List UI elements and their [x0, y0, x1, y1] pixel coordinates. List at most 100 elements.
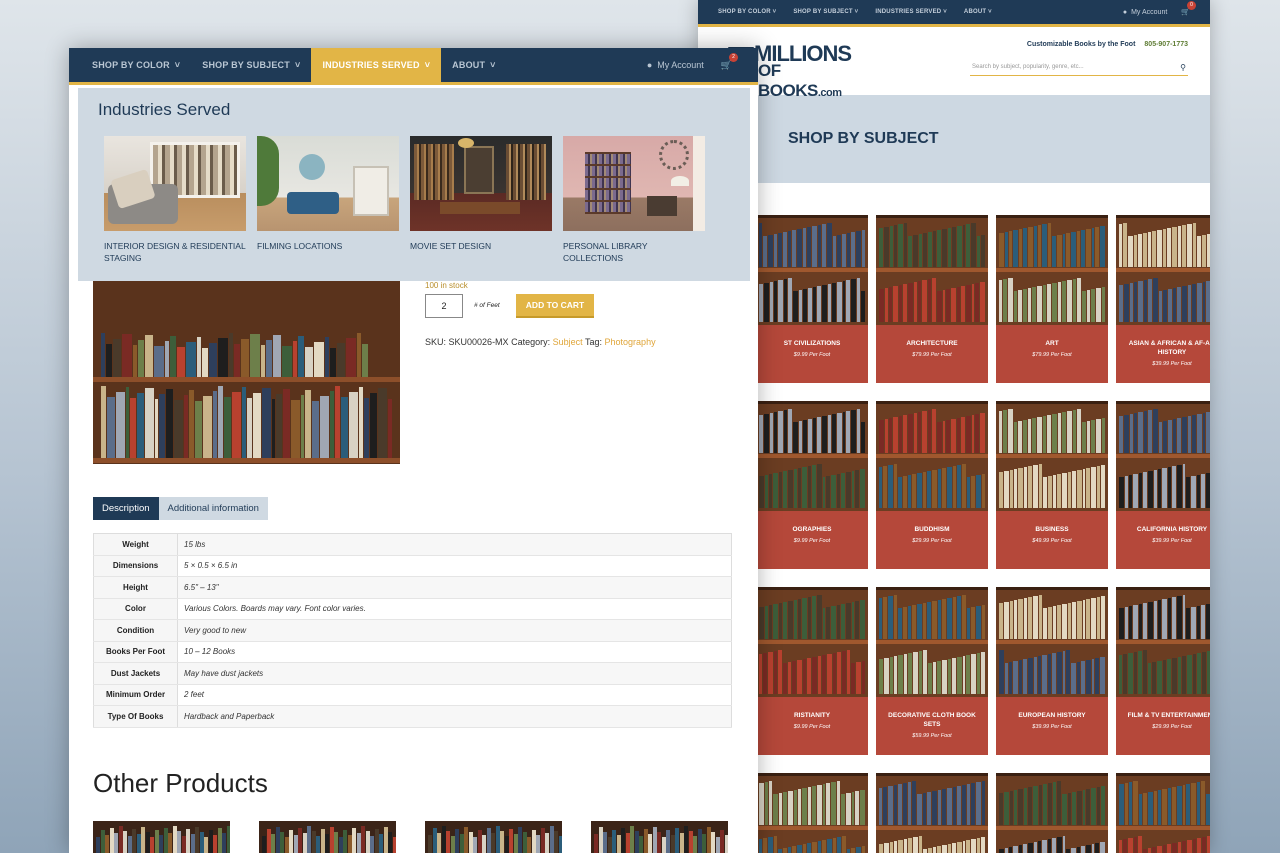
subject-image[interactable]: [876, 587, 988, 697]
industry-image-filming[interactable]: [257, 136, 399, 231]
spec-value: Hardback and Paperback: [177, 705, 732, 728]
subject-image[interactable]: [756, 215, 868, 325]
subject-card[interactable]: [1116, 773, 1210, 853]
my-account-link[interactable]: ● My Account 🛒 2: [647, 48, 758, 82]
industry-label[interactable]: PERSONAL LIBRARY COLLECTIONS: [563, 240, 705, 264]
industry-label[interactable]: FILMING LOCATIONS: [257, 240, 399, 252]
header-info: Customizable Books by the Foot 805-907-17…: [970, 41, 1188, 76]
subject-card[interactable]: FILM & TV ENTERTAINMENT $29.99 Per Foot: [1116, 587, 1210, 755]
cart-icon[interactable]: 🛒 0: [1181, 1, 1196, 16]
back-nav-label: SHOP BY COLOR: [718, 9, 771, 15]
other-product-thumb[interactable]: [425, 821, 562, 853]
product-image[interactable]: [93, 281, 400, 464]
subject-image[interactable]: [876, 773, 988, 853]
spec-key: Condition: [93, 619, 178, 642]
industry-image-movie-set[interactable]: [410, 136, 552, 231]
subject-title[interactable]: DECORATIVE CLOTH BOOK SETS: [880, 711, 984, 729]
industry-card-filming-locations[interactable]: FILMING LOCATIONS: [257, 136, 399, 264]
nav-industries-served[interactable]: INDUSTRIES SERVED ˅: [311, 48, 442, 82]
back-nav-about[interactable]: ABOUT ˅: [964, 9, 992, 15]
quantity-label: # of Feet: [474, 302, 500, 309]
spec-row: Dust Jackets May have dust jackets: [93, 662, 732, 685]
subject-image[interactable]: [996, 587, 1108, 697]
subject-image[interactable]: [756, 773, 868, 853]
cart-icon[interactable]: 🛒 2: [721, 52, 738, 71]
nav-about[interactable]: ABOUT ˅: [441, 48, 506, 82]
other-product-thumb[interactable]: [259, 821, 396, 853]
industry-label[interactable]: INTERIOR DESIGN & RESIDENTIAL STAGING: [104, 240, 246, 264]
subject-title[interactable]: FILM & TV ENTERTAINMENT: [1120, 711, 1210, 720]
quantity-input[interactable]: 2: [425, 294, 463, 318]
subject-card[interactable]: BUDDHISM $29.99 Per Foot: [876, 401, 988, 569]
subject-title[interactable]: RISTIANITY: [760, 711, 864, 720]
subject-card[interactable]: RISTIANITY $9.99 Per Foot: [756, 587, 868, 755]
subject-image[interactable]: [756, 401, 868, 511]
phone-number[interactable]: 805-907-1773: [1144, 41, 1188, 48]
subject-image[interactable]: [996, 773, 1108, 853]
subject-card[interactable]: ASIAN & AFRICAN & AF-AM HISTORY $39.99 Pe…: [1116, 215, 1210, 383]
industry-label[interactable]: MOVIE SET DESIGN: [410, 240, 552, 252]
subject-image[interactable]: [1116, 587, 1210, 697]
search-icon[interactable]: ⚲: [1180, 63, 1186, 72]
subject-title[interactable]: ST CIVILIZATIONS: [760, 339, 864, 348]
tag-label: Tag:: [585, 337, 603, 347]
back-account-label: My Account: [1131, 8, 1168, 16]
nav-label: SHOP BY SUBJECT: [202, 60, 290, 70]
subject-card[interactable]: CALIFORNIA HISTORY $39.99 Per Foot: [1116, 401, 1210, 569]
other-product-thumb[interactable]: [93, 821, 230, 853]
subject-card[interactable]: ART $79.99 Per Foot: [996, 215, 1108, 383]
subject-card[interactable]: DECORATIVE CLOTH BOOK SETS $59.99 Per Foo…: [876, 587, 988, 755]
subject-price: $29.99 Per Foot: [1152, 724, 1192, 730]
subject-title[interactable]: ARCHITECTURE: [880, 339, 984, 348]
subject-title[interactable]: BUSINESS: [1000, 525, 1104, 534]
subject-image[interactable]: [1116, 773, 1210, 853]
subject-title[interactable]: ART: [1000, 339, 1104, 348]
back-nav-shop-by-color[interactable]: SHOP BY COLOR ˅: [718, 9, 776, 15]
industry-card-interior-design[interactable]: INTERIOR DESIGN & RESIDENTIAL STAGING: [104, 136, 246, 264]
nav-shop-by-color[interactable]: SHOP BY COLOR ˅: [81, 48, 191, 82]
industry-card-movie-set[interactable]: MOVIE SET DESIGN: [410, 136, 552, 264]
chevron-down-icon: ˅: [294, 60, 301, 70]
subject-title[interactable]: OGRAPHIES: [760, 525, 864, 534]
subject-image[interactable]: [876, 215, 988, 325]
tag-link[interactable]: Photography: [605, 337, 656, 347]
other-product-thumb[interactable]: [591, 821, 728, 853]
subject-price: $79.99 Per Foot: [912, 352, 952, 358]
subject-card[interactable]: OGRAPHIES $9.99 Per Foot: [756, 401, 868, 569]
subject-card[interactable]: [996, 773, 1108, 853]
tab-additional-information[interactable]: Additional information: [158, 497, 268, 520]
search-input[interactable]: Search by subject, popularity, genre, et…: [970, 59, 1188, 76]
subject-image[interactable]: [876, 401, 988, 511]
add-to-cart-button[interactable]: ADD TO CART: [516, 294, 594, 316]
back-nav-industries[interactable]: INDUSTRIES SERVED ˅: [875, 9, 947, 15]
subject-card[interactable]: ST CIVILIZATIONS $9.99 Per Foot: [756, 215, 868, 383]
industry-card-personal-library[interactable]: PERSONAL LIBRARY COLLECTIONS: [563, 136, 705, 264]
back-nav-shop-by-subject[interactable]: SHOP BY SUBJECT ˅: [793, 9, 858, 15]
industry-image-interior[interactable]: [104, 136, 246, 231]
stock-status: 100 in stock: [425, 281, 468, 290]
subject-image[interactable]: [996, 215, 1108, 325]
subject-image[interactable]: [1116, 401, 1210, 511]
shop-by-subject-hero: SHOP BY SUBJECT: [698, 95, 1210, 183]
subject-image[interactable]: [1116, 215, 1210, 325]
category-link[interactable]: Subject: [553, 337, 583, 347]
subject-card[interactable]: [876, 773, 988, 853]
subject-title[interactable]: BUDDHISM: [880, 525, 984, 534]
subject-card[interactable]: EUROPEAN HISTORY $39.99 Per Foot: [996, 587, 1108, 755]
subject-title[interactable]: ASIAN & AFRICAN & AF-AM HISTORY: [1120, 339, 1210, 357]
product-meta: SKU: SKU00026-MX Category: Subject Tag: …: [425, 337, 656, 347]
industry-image-library[interactable]: [563, 136, 705, 231]
spec-value: Very good to new: [177, 619, 732, 642]
back-my-account-link[interactable]: ● My Account 🛒 0: [1123, 1, 1196, 16]
subject-card[interactable]: ARCHITECTURE $79.99 Per Foot: [876, 215, 988, 383]
subject-title[interactable]: CALIFORNIA HISTORY: [1120, 525, 1210, 534]
subject-card[interactable]: [756, 773, 868, 853]
tab-description[interactable]: Description: [93, 497, 159, 520]
nav-shop-by-subject[interactable]: SHOP BY SUBJECT ˅: [191, 48, 311, 82]
subject-title[interactable]: EUROPEAN HISTORY: [1000, 711, 1104, 720]
subject-image[interactable]: [756, 587, 868, 697]
cart-count-badge: 0: [1187, 1, 1196, 10]
subject-card[interactable]: BUSINESS $49.99 Per Foot: [996, 401, 1108, 569]
subject-image[interactable]: [996, 401, 1108, 511]
product-tabs: Description Additional information: [93, 497, 268, 520]
